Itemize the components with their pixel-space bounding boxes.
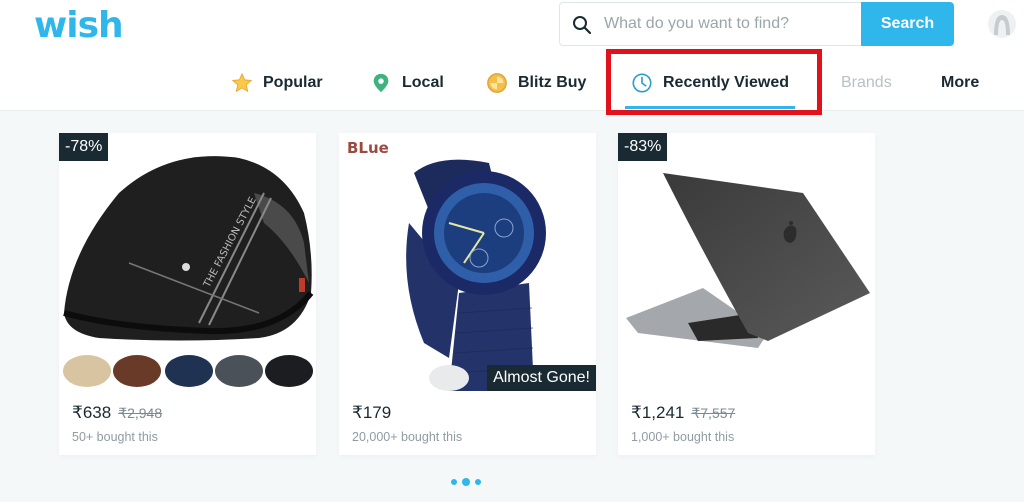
star-icon — [231, 72, 253, 93]
header: wish Search Popular Local — [0, 0, 1024, 111]
flat-cap-image: THE FASHION STYLE — [59, 133, 316, 391]
pager-dot-2[interactable] — [462, 478, 470, 486]
user-avatar-icon[interactable] — [987, 9, 1017, 39]
nav-item-local[interactable]: Local — [370, 58, 444, 108]
search-icon — [573, 16, 592, 35]
product-image: THE FASHION STYLE — [59, 133, 316, 391]
laptop-case-image — [618, 133, 875, 391]
nav-item-popular[interactable]: Popular — [231, 58, 323, 108]
discount-badge: -83% — [618, 133, 668, 161]
price: ₹638 — [72, 403, 112, 422]
wish-logo-icon: wish — [34, 5, 124, 46]
search-input[interactable] — [604, 3, 860, 45]
carousel-pager — [451, 478, 481, 486]
wish-logo[interactable]: wish — [34, 5, 134, 46]
discount-badge: -78% — [59, 133, 109, 161]
nav-item-blitz-buy[interactable]: Blitz Buy — [486, 58, 586, 108]
nav-item-more[interactable]: More — [941, 58, 979, 108]
product-image — [618, 133, 875, 391]
product-card[interactable]: -83% ₹1,241 ₹7,557 1,000+ bought this — [618, 133, 875, 455]
product-card[interactable]: BLue Almost Gone! ₹179 20,000+ bought th… — [339, 133, 596, 455]
location-pin-icon — [373, 73, 389, 93]
category-nav: Popular Local Blitz Buy Recently Viewed — [0, 58, 1024, 110]
nav-item-recently-viewed[interactable]: Recently Viewed — [625, 58, 795, 109]
price-row: ₹179 — [352, 403, 391, 423]
nav-item-label: Popular — [263, 74, 323, 91]
color-label: BLue — [347, 139, 389, 157]
wrist-watch-image — [339, 133, 596, 391]
price: ₹179 — [352, 403, 392, 422]
price-row: ₹638 ₹2,948 — [72, 403, 162, 423]
nav-item-label: Local — [402, 74, 444, 91]
nav-item-label: Blitz Buy — [518, 74, 587, 91]
product-card[interactable]: THE FASHION STYLE -78% ₹638 ₹2,948 50+ b… — [59, 133, 316, 455]
logo-text: wish — [34, 6, 123, 44]
search-bar: Search — [559, 2, 954, 46]
search-button[interactable]: Search — [861, 2, 954, 46]
clock-icon — [632, 73, 652, 93]
price-row: ₹1,241 ₹7,557 — [631, 403, 735, 423]
nav-item-brands[interactable]: Brands — [841, 58, 892, 108]
nav-item-label: Recently Viewed — [663, 74, 789, 91]
nav-item-label: More — [941, 74, 980, 91]
bought-count: 1,000+ bought this — [631, 430, 735, 444]
nav-item-label: Brands — [841, 74, 892, 91]
blitz-coin-icon — [487, 73, 507, 93]
original-price: ₹7,557 — [691, 405, 736, 421]
almost-gone-badge: Almost Gone! — [487, 365, 596, 391]
pager-dot-3[interactable] — [475, 479, 481, 485]
price: ₹1,241 — [631, 403, 685, 422]
bought-count: 20,000+ bought this — [352, 430, 463, 444]
bought-count: 50+ bought this — [72, 430, 158, 444]
product-image — [339, 133, 596, 391]
pager-dot-1[interactable] — [451, 479, 457, 485]
original-price: ₹2,948 — [118, 405, 163, 421]
